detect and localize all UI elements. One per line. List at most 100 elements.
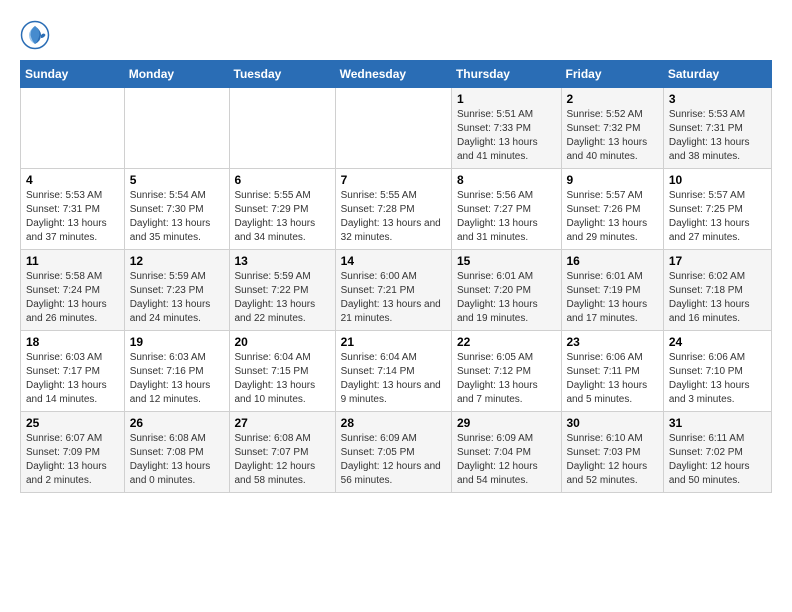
- day-info: Sunrise: 6:03 AMSunset: 7:17 PMDaylight:…: [26, 351, 119, 407]
- day-number: 18: [26, 335, 119, 349]
- calendar-cell: 9Sunrise: 5:57 AMSunset: 7:26 PMDaylight…: [561, 169, 663, 250]
- day-number: 21: [341, 335, 446, 349]
- calendar-week-row: 4 Sunrise: 5:53 AMSunset: 7:31 PMDaylight…: [21, 169, 772, 250]
- day-number: 17: [669, 254, 766, 268]
- calendar-cell: [124, 88, 229, 169]
- calendar-cell: 16Sunrise: 6:01 AMSunset: 7:19 PMDayligh…: [561, 250, 663, 331]
- calendar-cell: 18 Sunrise: 6:03 AMSunset: 7:17 PMDayligh…: [21, 331, 125, 412]
- calendar-week-row: 1Sunrise: 5:51 AMSunset: 7:33 PMDaylight…: [21, 88, 772, 169]
- calendar-cell: 25Sunrise: 6:07 AMSunset: 7:09 PMDayligh…: [21, 412, 125, 493]
- day-number: 6: [235, 173, 330, 187]
- day-number: 4: [26, 173, 119, 187]
- day-info: Sunrise: 6:00 AMSunset: 7:21 PMDaylight:…: [341, 270, 446, 326]
- day-number: 2: [567, 92, 658, 106]
- calendar-cell: 3 Sunrise: 5:53 AMSunset: 7:31 PMDaylight…: [663, 88, 771, 169]
- day-info: Sunrise: 6:06 AMSunset: 7:10 PMDaylight:…: [669, 351, 766, 407]
- day-number: 26: [130, 416, 224, 430]
- day-info: Sunrise: 6:08 AMSunset: 7:08 PMDaylight:…: [130, 432, 224, 488]
- day-info: Sunrise: 5:59 AMSunset: 7:22 PMDaylight:…: [235, 270, 330, 326]
- calendar-week-row: 25Sunrise: 6:07 AMSunset: 7:09 PMDayligh…: [21, 412, 772, 493]
- calendar-cell: 29 Sunrise: 6:09 AMSunset: 7:04 PMDayligh…: [451, 412, 561, 493]
- day-info: Sunrise: 6:01 AMSunset: 7:19 PMDaylight:…: [567, 270, 658, 326]
- day-number: 23: [567, 335, 658, 349]
- calendar-cell: 28 Sunrise: 6:09 AMSunset: 7:05 PMDayligh…: [335, 412, 451, 493]
- day-number: 20: [235, 335, 330, 349]
- day-number: 3: [669, 92, 766, 106]
- calendar-cell: 8 Sunrise: 5:56 AMSunset: 7:27 PMDaylight…: [451, 169, 561, 250]
- day-info: Sunrise: 5:53 AMSunset: 7:31 PMDaylight:…: [26, 189, 119, 245]
- day-number: 31: [669, 416, 766, 430]
- calendar-cell: 2 Sunrise: 5:52 AMSunset: 7:32 PMDaylight…: [561, 88, 663, 169]
- weekday-header-row: SundayMondayTuesdayWednesdayThursdayFrid…: [21, 61, 772, 88]
- day-number: 27: [235, 416, 330, 430]
- logo-icon: [20, 20, 50, 50]
- day-number: 7: [341, 173, 446, 187]
- day-info: Sunrise: 6:07 AMSunset: 7:09 PMDaylight:…: [26, 432, 119, 488]
- weekday-header-monday: Monday: [124, 61, 229, 88]
- calendar-cell: 22Sunrise: 6:05 AMSunset: 7:12 PMDayligh…: [451, 331, 561, 412]
- day-info: Sunrise: 5:57 AMSunset: 7:26 PMDaylight:…: [567, 189, 658, 245]
- day-info: Sunrise: 6:03 AMSunset: 7:16 PMDaylight:…: [130, 351, 224, 407]
- weekday-header-wednesday: Wednesday: [335, 61, 451, 88]
- calendar-cell: 15 Sunrise: 6:01 AMSunset: 7:20 PMDayligh…: [451, 250, 561, 331]
- calendar-cell: 4 Sunrise: 5:53 AMSunset: 7:31 PMDaylight…: [21, 169, 125, 250]
- day-info: Sunrise: 6:09 AMSunset: 7:04 PMDaylight:…: [457, 432, 556, 488]
- day-number: 11: [26, 254, 119, 268]
- day-number: 15: [457, 254, 556, 268]
- day-number: 14: [341, 254, 446, 268]
- calendar-cell: 13 Sunrise: 5:59 AMSunset: 7:22 PMDayligh…: [229, 250, 335, 331]
- calendar-cell: 20 Sunrise: 6:04 AMSunset: 7:15 PMDayligh…: [229, 331, 335, 412]
- day-number: 30: [567, 416, 658, 430]
- day-info: Sunrise: 5:58 AMSunset: 7:24 PMDaylight:…: [26, 270, 119, 326]
- day-info: Sunrise: 6:04 AMSunset: 7:14 PMDaylight:…: [341, 351, 446, 407]
- day-info: Sunrise: 5:55 AMSunset: 7:28 PMDaylight:…: [341, 189, 446, 245]
- day-info: Sunrise: 6:04 AMSunset: 7:15 PMDaylight:…: [235, 351, 330, 407]
- day-number: 29: [457, 416, 556, 430]
- day-info: Sunrise: 5:59 AMSunset: 7:23 PMDaylight:…: [130, 270, 224, 326]
- day-number: 28: [341, 416, 446, 430]
- weekday-header-thursday: Thursday: [451, 61, 561, 88]
- page-header: [20, 20, 772, 50]
- calendar-week-row: 18 Sunrise: 6:03 AMSunset: 7:17 PMDayligh…: [21, 331, 772, 412]
- day-info: Sunrise: 5:56 AMSunset: 7:27 PMDaylight:…: [457, 189, 556, 245]
- calendar-cell: 5Sunrise: 5:54 AMSunset: 7:30 PMDaylight…: [124, 169, 229, 250]
- day-number: 13: [235, 254, 330, 268]
- day-number: 19: [130, 335, 224, 349]
- calendar-cell: [335, 88, 451, 169]
- day-info: Sunrise: 6:02 AMSunset: 7:18 PMDaylight:…: [669, 270, 766, 326]
- calendar-cell: 17 Sunrise: 6:02 AMSunset: 7:18 PMDayligh…: [663, 250, 771, 331]
- day-info: Sunrise: 6:06 AMSunset: 7:11 PMDaylight:…: [567, 351, 658, 407]
- calendar-cell: 30 Sunrise: 6:10 AMSunset: 7:03 PMDayligh…: [561, 412, 663, 493]
- day-number: 10: [669, 173, 766, 187]
- weekday-header-tuesday: Tuesday: [229, 61, 335, 88]
- calendar-table: SundayMondayTuesdayWednesdayThursdayFrid…: [20, 60, 772, 493]
- calendar-cell: [21, 88, 125, 169]
- calendar-cell: 27Sunrise: 6:08 AMSunset: 7:07 PMDayligh…: [229, 412, 335, 493]
- day-info: Sunrise: 5:51 AMSunset: 7:33 PMDaylight:…: [457, 108, 556, 164]
- calendar-cell: 21 Sunrise: 6:04 AMSunset: 7:14 PMDayligh…: [335, 331, 451, 412]
- day-info: Sunrise: 5:52 AMSunset: 7:32 PMDaylight:…: [567, 108, 658, 164]
- calendar-cell: 7 Sunrise: 5:55 AMSunset: 7:28 PMDaylight…: [335, 169, 451, 250]
- weekday-header-saturday: Saturday: [663, 61, 771, 88]
- day-info: Sunrise: 6:10 AMSunset: 7:03 PMDaylight:…: [567, 432, 658, 488]
- calendar-cell: 11 Sunrise: 5:58 AMSunset: 7:24 PMDayligh…: [21, 250, 125, 331]
- weekday-header-friday: Friday: [561, 61, 663, 88]
- day-number: 24: [669, 335, 766, 349]
- day-info: Sunrise: 6:11 AMSunset: 7:02 PMDaylight:…: [669, 432, 766, 488]
- day-number: 5: [130, 173, 224, 187]
- day-info: Sunrise: 5:55 AMSunset: 7:29 PMDaylight:…: [235, 189, 330, 245]
- calendar-week-row: 11 Sunrise: 5:58 AMSunset: 7:24 PMDayligh…: [21, 250, 772, 331]
- calendar-cell: 6 Sunrise: 5:55 AMSunset: 7:29 PMDaylight…: [229, 169, 335, 250]
- day-info: Sunrise: 6:09 AMSunset: 7:05 PMDaylight:…: [341, 432, 446, 488]
- calendar-cell: 31 Sunrise: 6:11 AMSunset: 7:02 PMDayligh…: [663, 412, 771, 493]
- weekday-header-sunday: Sunday: [21, 61, 125, 88]
- day-number: 12: [130, 254, 224, 268]
- calendar-cell: [229, 88, 335, 169]
- calendar-cell: 14 Sunrise: 6:00 AMSunset: 7:21 PMDayligh…: [335, 250, 451, 331]
- day-info: Sunrise: 6:05 AMSunset: 7:12 PMDaylight:…: [457, 351, 556, 407]
- calendar-cell: 10Sunrise: 5:57 AMSunset: 7:25 PMDayligh…: [663, 169, 771, 250]
- calendar-cell: 19 Sunrise: 6:03 AMSunset: 7:16 PMDayligh…: [124, 331, 229, 412]
- day-info: Sunrise: 6:01 AMSunset: 7:20 PMDaylight:…: [457, 270, 556, 326]
- day-number: 8: [457, 173, 556, 187]
- day-info: Sunrise: 5:53 AMSunset: 7:31 PMDaylight:…: [669, 108, 766, 164]
